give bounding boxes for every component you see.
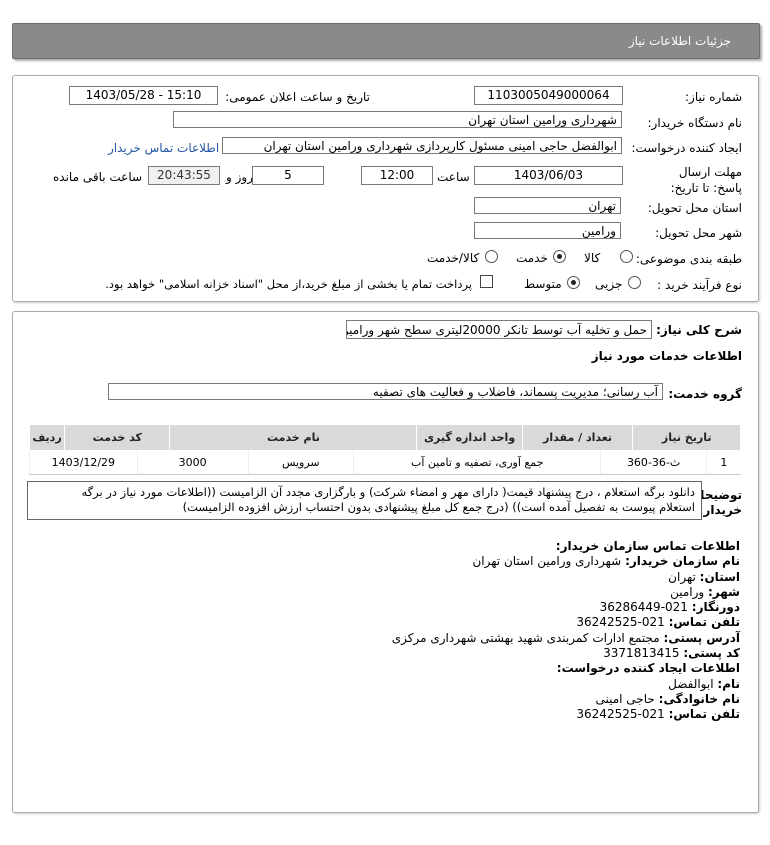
process-label: نوع فرآیند خرید :: [657, 278, 742, 292]
notes-line-1: دانلود برگه استعلام ، درج پیشنهاد قیمت( …: [81, 485, 695, 499]
treasury-text: پرداخت تمام یا بخشی از مبلغ خرید،از محل …: [105, 277, 472, 291]
buyer-phone-value: 021-36242525: [576, 615, 665, 630]
province-field: تهران: [474, 197, 621, 214]
table-header-row: ردیف کد خدمت نام خدمت واحد اندازه گیری ت…: [28, 424, 741, 450]
buyer-province-line: استان: تهران: [392, 570, 740, 585]
buyer-contact-title: اطلاعات تماس سازمان خریدار:: [555, 539, 740, 553]
col-header-name: نام خدمت: [169, 424, 418, 450]
creator-phone-value: 021-36242525: [576, 707, 665, 722]
cell-need-date: 1403/12/29: [29, 450, 138, 475]
process-option-minor: جزیی: [595, 277, 623, 291]
process-option-medium: متوسط: [524, 277, 562, 291]
buyer-org-line-label: نام سازمان خریدار:: [625, 554, 740, 569]
remaining-label: ساعت باقی مانده: [53, 170, 143, 184]
col-header-unit: واحد اندازه گیری: [416, 424, 523, 450]
buyer-fax-value: 021-36286449: [599, 600, 688, 615]
col-header-row: ردیف: [28, 424, 66, 450]
buyer-postal-line: کد پستی: 3371813415: [392, 646, 740, 661]
services-table-body: 1 ث-36-360 جمع آوری، تصفیه و تامین آب سر…: [29, 450, 741, 475]
category-radio-service[interactable]: [553, 250, 566, 263]
creator-name-value: ابوالفضل: [668, 676, 714, 691]
services-table: ردیف کد خدمت نام خدمت واحد اندازه گیری ت…: [28, 424, 741, 450]
cell-service-name: جمع آوری، تصفیه و تامین آب: [353, 450, 601, 475]
buyer-contact-link[interactable]: اطلاعات تماس خریدار: [108, 141, 219, 155]
col-header-qty: تعداد / مقدار: [521, 424, 634, 450]
buyer-phone-line: تلفن تماس: 021-36242525: [392, 615, 740, 630]
days-label: روز و: [226, 170, 253, 184]
city-label: شهر محل تحویل:: [655, 226, 742, 240]
need-number-label: شماره نیاز:: [685, 90, 742, 104]
province-label: استان محل تحویل:: [647, 201, 742, 215]
cell-quantity: 3000: [136, 450, 249, 475]
services-title: اطلاعات خدمات مورد نیاز: [591, 349, 742, 363]
creator-name-line: نام: ابوالفضل: [392, 677, 740, 692]
process-radio-medium[interactable]: [567, 276, 580, 289]
cell-row-number: 1: [705, 450, 741, 475]
buyer-phone-label: تلفن تماس:: [668, 615, 740, 630]
creator-family-line: نام خانوادگی: حاجی امینی: [392, 692, 740, 707]
page-title: جزئیات اطلاعات نیاز: [628, 34, 731, 48]
announce-label: تاریخ و ساعت اعلان عمومی:: [225, 90, 370, 104]
buyer-province-label: استان:: [699, 569, 740, 584]
buyer-city-label: شهر:: [708, 584, 740, 599]
buyer-address-line: آدرس پستی: مجتمع ادارات کمربندی شهید بهش…: [392, 631, 740, 646]
buyer-fax-line: دورنگار: 021-36286449: [392, 600, 740, 615]
city-field: ورامین: [474, 222, 621, 239]
buyer-org-line: نام سازمان خریدار: شهرداری ورامین استان …: [392, 554, 740, 569]
requester-field: ابوالفضل حاجی امینی مسئول کارپردازی شهرد…: [222, 137, 622, 154]
creator-family-value: حاجی امینی: [595, 691, 655, 706]
summary-field: حمل و تخلیه آب توسط تانکر 20000لیتری سطح…: [346, 320, 652, 339]
page-header: جزئیات اطلاعات نیاز: [12, 23, 760, 59]
process-radio-minor[interactable]: [628, 276, 641, 289]
need-number-field: 1103005049000064: [474, 86, 623, 105]
service-group-label: گروه خدمت:: [668, 387, 742, 401]
buyer-address-label: آدرس پستی:: [663, 630, 740, 645]
buyer-fax-label: دورنگار:: [691, 600, 740, 615]
table-row: 1 ث-36-360 جمع آوری، تصفیه و تامین آب سر…: [29, 450, 741, 475]
col-header-code: کد خدمت: [64, 424, 171, 450]
deadline-label: مهلت ارسال پاسخ: تا تاریخ:: [647, 164, 742, 196]
buyer-org-field: شهرداری ورامین استان تهران: [173, 111, 622, 128]
cell-service-code: ث-36-360: [600, 450, 707, 475]
summary-label: شرح کلی نیاز:: [656, 323, 742, 337]
col-header-date: تاریخ نیاز: [632, 424, 741, 450]
announce-field: 1403/05/28 - 15:10: [69, 86, 218, 105]
category-radio-goods-service[interactable]: [485, 250, 498, 263]
deadline-date-field: 1403/06/03: [474, 166, 623, 185]
service-group-field: آب رسانی؛ مدیریت پسماند، فاضلاب و فعالیت…: [108, 383, 663, 400]
deadline-label-text: مهلت ارسال پاسخ: تا تاریخ:: [670, 165, 742, 195]
notes-label-2: خریدار:: [698, 503, 742, 517]
creator-name-label: نام:: [717, 676, 740, 691]
requester-label: ایجاد کننده درخواست:: [631, 141, 742, 155]
creator-family-label: نام خانوادگی:: [658, 691, 740, 706]
creator-phone-label: تلفن تماس:: [668, 707, 740, 722]
buyer-province-value: تهران: [668, 569, 696, 584]
buyer-org-line-value: شهرداری ورامین استان تهران: [472, 554, 622, 569]
category-option-goods: کالا: [584, 251, 601, 265]
buyer-city-line: شهر: ورامین: [392, 585, 740, 600]
buyer-contact-block: اطلاعات تماس سازمان خریدار: نام سازمان خ…: [392, 539, 740, 723]
cell-unit: سرویس: [247, 450, 354, 475]
notes-line-2: استعلام پیوست به تفصیل آمده است)) (درج ج…: [182, 500, 695, 514]
deadline-time-field: 12:00: [361, 166, 433, 185]
buyer-postal-label: کد پستی:: [683, 646, 740, 661]
deadline-time-label: ساعت: [437, 170, 470, 184]
creator-phone-line: تلفن تماس: 021-36242525: [392, 707, 740, 722]
remaining-time-field: 20:43:55: [148, 166, 220, 185]
buyer-address-value: مجتمع ادارات کمربندی شهید بهشتی شهرداری …: [391, 630, 660, 645]
days-field: 5: [252, 166, 324, 185]
category-option-service: خدمت: [516, 251, 548, 265]
buyer-city-value: ورامین: [670, 584, 705, 599]
buyer-org-label: نام دستگاه خریدار:: [647, 116, 743, 130]
notes-box: دانلود برگه استعلام ، درج پیشنهاد قیمت( …: [27, 481, 702, 520]
category-label: طبقه بندی موضوعی:: [635, 252, 742, 266]
buyer-postal-value: 3371813415: [603, 646, 680, 661]
creator-contact-title: اطلاعات ایجاد کننده درخواست:: [556, 661, 740, 676]
category-option-goods-service: کالا/خدمت: [427, 251, 480, 265]
category-radio-goods[interactable]: [620, 250, 633, 263]
treasury-checkbox[interactable]: [480, 275, 493, 288]
